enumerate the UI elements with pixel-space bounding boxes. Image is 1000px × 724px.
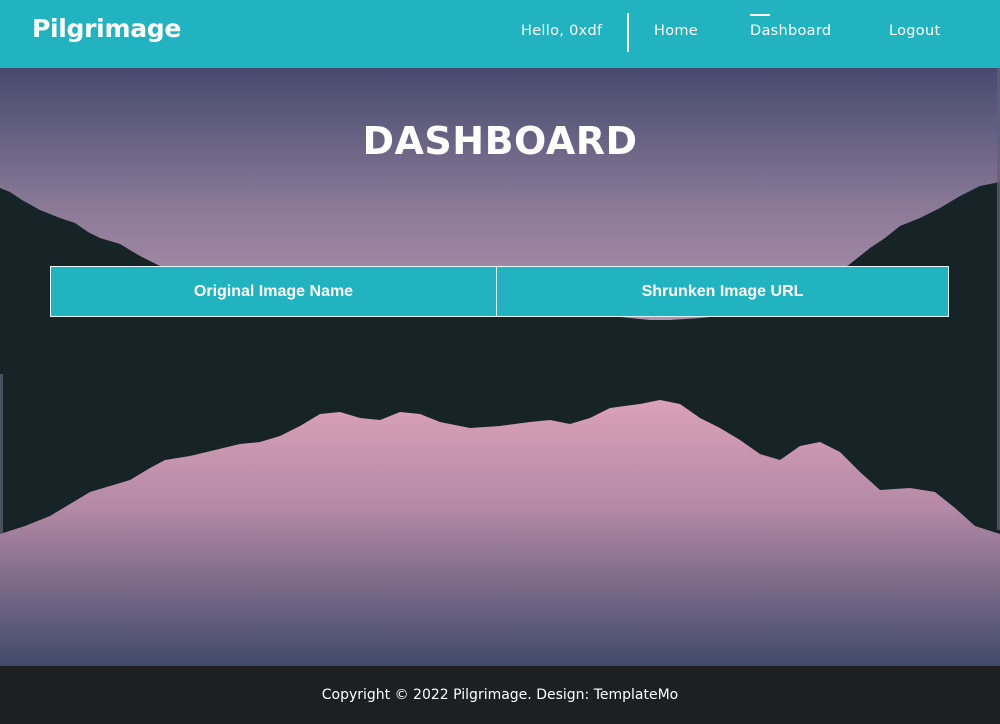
nav-link-logout[interactable]: Logout bbox=[889, 23, 940, 39]
nav-divider bbox=[627, 13, 629, 52]
navbar: Pilgrimage Hello, 0xdf Home Dashboard Lo… bbox=[0, 0, 1000, 68]
nav-link-dashboard-label: Dashboard bbox=[750, 23, 832, 39]
footer-copyright: Copyright © 2022 Pilgrimage. Design: bbox=[321, 687, 594, 703]
images-table: Original Image Name Shrunken Image URL bbox=[50, 266, 949, 317]
footer: Copyright © 2022 Pilgrimage. Design: Tem… bbox=[0, 666, 1000, 724]
page-title: DASHBOARD bbox=[362, 119, 638, 163]
nav-link-dashboard[interactable]: Dashboard bbox=[750, 14, 832, 39]
brand-logo-link[interactable]: Pilgrimage bbox=[32, 14, 181, 43]
table-header-row: Original Image Name Shrunken Image URL bbox=[50, 266, 949, 317]
active-indicator bbox=[750, 14, 770, 16]
column-header-shrunken-url: Shrunken Image URL bbox=[496, 266, 949, 317]
column-header-original-name: Original Image Name bbox=[50, 266, 497, 317]
user-greeting: Hello, 0xdf bbox=[521, 23, 603, 39]
nav-link-home[interactable]: Home bbox=[654, 23, 698, 39]
footer-design-credit-link[interactable]: TemplateMo bbox=[594, 687, 679, 703]
